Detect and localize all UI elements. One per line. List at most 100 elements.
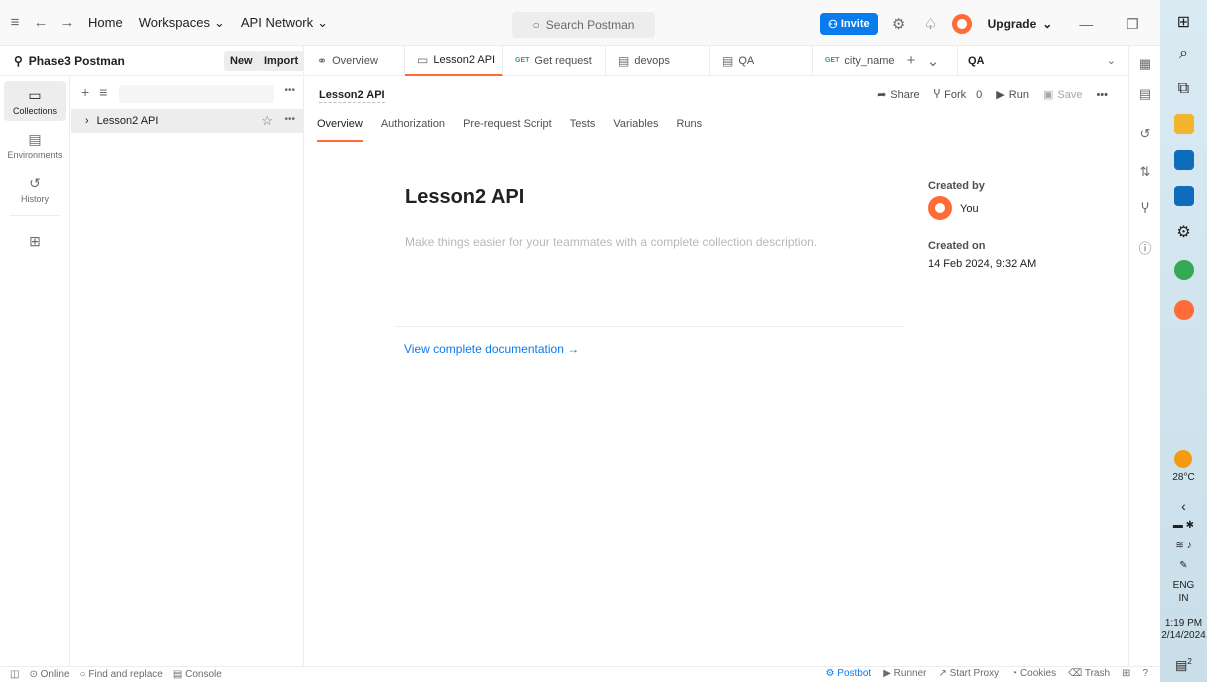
search-input[interactable]: ○ Search Postman [512, 12, 655, 38]
tab-label: Overview [332, 54, 378, 67]
workspace-name-label: Phase3 Postman [28, 53, 125, 68]
fork-button[interactable]: Ⴤ Fork 0 [934, 88, 983, 102]
minimize-icon[interactable]: — [1068, 16, 1104, 32]
task-view-icon[interactable]: ⧉ [1160, 80, 1207, 98]
invite-label: Invite [840, 18, 870, 30]
chevron-left-icon[interactable]: ‹ [1160, 498, 1207, 514]
cookies-button[interactable]: ◔ Cookies [1011, 668, 1056, 679]
language-indicator[interactable]: ENG [1160, 580, 1207, 592]
collection-search-input[interactable] [119, 85, 274, 103]
clock-date[interactable]: 2/14/2024 [1160, 630, 1207, 642]
windows-start-icon[interactable]: ⊞ [1160, 12, 1207, 32]
tab-devops[interactable]: ▤ devops [606, 45, 710, 76]
trash-button[interactable]: ⌫ Trash [1068, 668, 1110, 679]
battery-bluetooth-icon[interactable]: ▬ ✱ [1160, 520, 1207, 532]
invite-button[interactable]: ⚇ Invite [820, 13, 878, 35]
tab-qa[interactable]: ▤ QA [710, 45, 813, 76]
postman-icon[interactable] [1174, 300, 1194, 320]
subtab-runs[interactable]: Runs [676, 118, 702, 142]
tab-label: devops [634, 54, 670, 67]
wifi-volume-icon[interactable]: ≋ ♪ [1160, 540, 1207, 552]
sidebar-item-collections[interactable]: ▭ Collections [4, 81, 66, 121]
home-link[interactable]: Home [82, 15, 129, 30]
subtab-pre-request-script[interactable]: Pre-request Script [463, 118, 552, 142]
save-button[interactable]: ▣ Save [1043, 88, 1082, 102]
chevron-down-icon: ⌄ [317, 14, 329, 30]
restore-icon[interactable]: ❐ [1114, 16, 1150, 33]
tab-lesson2-api[interactable]: ▭ Lesson2 API [405, 45, 503, 76]
right-sidebar: ▦ ▤ ↺ ⇅ Ⴤ ⓘ [1128, 46, 1160, 666]
sidebar-item-configure[interactable]: ⊞ [4, 222, 66, 262]
sidebar-item-environments[interactable]: ▤ Environments [4, 125, 66, 165]
environment-selector[interactable]: QA ⌄ [957, 46, 1128, 76]
documentation-icon[interactable]: ▤ [1129, 86, 1161, 102]
more-options-icon[interactable]: ••• [284, 85, 295, 96]
forward-arrow-icon[interactable]: → [56, 14, 78, 31]
workspace-name[interactable]: ⚲ Phase3 Postman [14, 54, 125, 68]
file-explorer-icon[interactable] [1174, 114, 1194, 134]
upgrade-label: Upgrade [987, 17, 1037, 31]
subtab-variables[interactable]: Variables [613, 118, 658, 142]
collection-title[interactable]: Lesson2 API [405, 186, 524, 209]
clock-time[interactable]: 1:19 PM [1160, 618, 1207, 630]
pull-request-icon[interactable]: ⇅ [1129, 164, 1161, 180]
find-replace-button[interactable]: ○ Find and replace [80, 669, 163, 680]
share-button[interactable]: ➦ Share [877, 88, 920, 102]
import-button[interactable]: Import [258, 51, 305, 71]
run-button[interactable]: ▶ Run [996, 88, 1029, 102]
chevron-down-icon: ⌄ [1106, 55, 1116, 67]
pen-icon[interactable]: ✎ [1160, 560, 1207, 572]
filter-icon[interactable]: ≡ [99, 84, 107, 100]
search-icon[interactable]: ⌕ [1160, 45, 1207, 63]
mail-icon[interactable] [1174, 150, 1194, 170]
environment-quick-look-icon[interactable]: ▦ [1129, 56, 1161, 72]
sidebar-item-history[interactable]: ↺ History [4, 169, 66, 209]
info-icon[interactable]: ⓘ [1129, 238, 1161, 257]
tab-overview[interactable]: ⚭ Overview [305, 45, 405, 76]
api-network-menu[interactable]: API Network ⌄ [235, 15, 334, 31]
tab-label: QA [738, 54, 755, 67]
notification-bell-icon[interactable]: ♤ [920, 15, 942, 33]
postbot-button[interactable]: ⚙ Postbot [826, 668, 872, 679]
settings-gear-icon[interactable]: ⚙ [888, 15, 910, 33]
layout-icon[interactable]: ⊞ [1122, 668, 1130, 679]
console-button[interactable]: ▤ Console [173, 669, 222, 680]
chrome-icon[interactable] [1174, 260, 1194, 280]
more-options-icon[interactable]: ••• [284, 114, 295, 125]
new-tab-plus-icon[interactable]: + [900, 52, 922, 69]
menu-icon[interactable]: ≡ [4, 14, 26, 31]
fork-icon[interactable]: Ⴤ [1129, 201, 1161, 217]
tabs-dropdown-icon[interactable]: ⌄ [922, 52, 944, 70]
toggle-sidebar-icon[interactable]: ◫ [10, 669, 19, 680]
collection-item[interactable]: › Lesson2 API ☆ ••• [71, 109, 303, 133]
tab-get-request[interactable]: GET Get request [503, 45, 606, 76]
subtab-tests[interactable]: Tests [570, 118, 596, 142]
workspaces-menu[interactable]: Workspaces ⌄ [133, 15, 231, 31]
history-icon: ↺ [29, 174, 41, 191]
subtab-authorization[interactable]: Authorization [381, 118, 445, 142]
new-button[interactable]: New [224, 51, 259, 71]
settings-gear-icon[interactable]: ⚙ [1160, 222, 1207, 242]
online-status[interactable]: ⊙ Online [29, 669, 69, 680]
add-collection-icon[interactable]: + [81, 84, 89, 100]
overview-icon: ⚭ [317, 53, 328, 68]
back-arrow-icon[interactable]: ← [30, 14, 52, 31]
view-documentation-link[interactable]: View complete documentation → [404, 342, 579, 356]
content-divider [395, 326, 903, 327]
notification-center-icon[interactable]: ▤2 [1160, 657, 1207, 673]
more-options-icon[interactable]: ••• [1096, 89, 1108, 101]
tab-city-name[interactable]: GET city_name [813, 46, 895, 76]
help-icon[interactable]: ? [1142, 668, 1148, 679]
request-title[interactable]: Lesson2 API [319, 89, 385, 103]
history-icon[interactable]: ↺ [1129, 126, 1161, 142]
chevron-down-icon: ⌄ [213, 14, 225, 30]
store-icon[interactable] [1174, 186, 1194, 206]
runner-button[interactable]: ▶ Runner [883, 668, 926, 679]
start-proxy-button[interactable]: ↗ Start Proxy [938, 668, 999, 679]
star-icon[interactable]: ☆ [261, 113, 273, 129]
upgrade-button[interactable]: Upgrade ⌄ [982, 17, 1059, 31]
temperature[interactable]: 28°C [1160, 472, 1207, 484]
subtab-overview[interactable]: Overview [317, 118, 363, 142]
user-avatar[interactable] [951, 14, 972, 34]
collection-description[interactable]: Make things easier for your teammates wi… [405, 235, 817, 249]
